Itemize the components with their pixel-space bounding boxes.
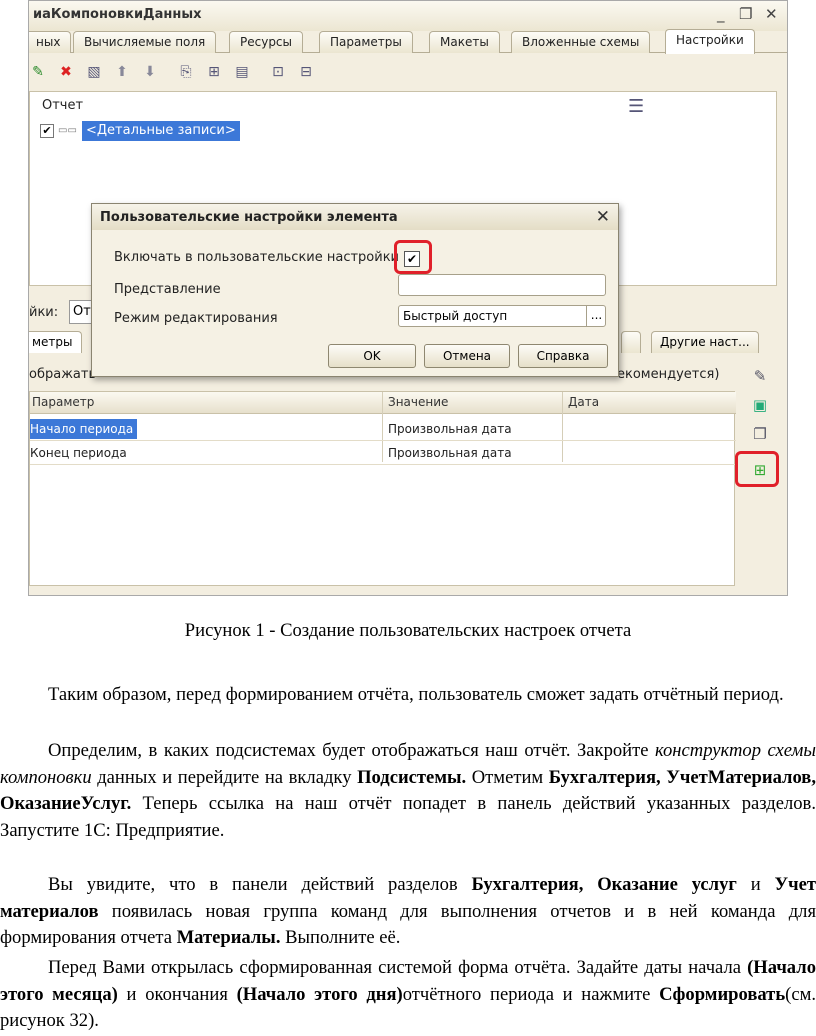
paragraph-4: Перед Вами открылась сформированная сист… [0,957,816,1032]
tab-other-settings[interactable]: Другие наст... [651,331,759,353]
tab-params-lower[interactable]: метры [29,331,82,353]
row1-param[interactable]: Начало периода [30,419,138,439]
recommend-label: екомендуется) [617,367,720,382]
element-user-settings-dialog: Пользовательские настройки элемента ✕ Вк… [91,203,619,377]
detail-records-icon: ▭▭ [58,125,77,136]
tab-resources[interactable]: Ресурсы [229,31,304,53]
properties-icon[interactable]: ▧ [85,63,103,81]
paragraph-3: Вы увидите, что в панели действий раздел… [0,874,816,949]
tab-hidden-lower[interactable] [621,331,641,353]
mode-select-button[interactable]: ... [586,305,606,327]
row1-value[interactable]: Произвольная дата [388,419,512,439]
presentation-input[interactable] [398,274,606,296]
group-add-icon[interactable]: ⊞ [205,63,223,81]
display-label: ображать [29,367,97,382]
help-button[interactable]: Справка [518,344,608,368]
dialog-close-icon[interactable]: ✕ [596,207,610,227]
move-down-icon[interactable]: ⬇ [141,63,159,81]
tab-parameters[interactable]: Параметры [319,31,413,53]
tree-checkbox[interactable]: ✔ [40,124,54,138]
paragraph-1: Таким образом, перед формированием отчёт… [48,684,784,705]
col-value[interactable]: Значение [388,395,448,409]
settings-label: йки: [29,305,59,320]
copy-icon[interactable]: ❐ [749,423,771,445]
highlight-box-side [735,451,779,487]
tab-layouts[interactable]: Макеты [429,31,500,53]
restore-button[interactable]: ❐ [739,5,752,23]
tree-root[interactable]: Отчет [42,98,83,113]
window-title: иаКомпоновкиДанных [33,7,202,22]
table-icon[interactable]: ▤ [233,63,251,81]
grid-header: Параметр Значение Дата [30,392,736,414]
mode-label: Режим редактирования [114,311,278,326]
window-titlebar: иаКомпоновкиДанных _ ❐ ✕ [29,1,787,31]
group-icon[interactable]: ⎘ [177,63,195,81]
settings-toolbar: ✎ ✖ ▧ ⬆ ⬇ ⎘ ⊞ ▤ ⊡ ⊟ [29,59,787,87]
ok-button[interactable]: OK [328,344,416,368]
mode-select[interactable]: Быстрый доступ [398,305,606,327]
tab-fields[interactable]: ных [29,31,72,53]
minimize-button[interactable]: _ [717,5,725,23]
delete-icon[interactable]: ✖ [57,63,75,81]
tab-calculated-fields[interactable]: Вычисляемые поля [73,31,217,53]
close-button[interactable]: ✕ [765,5,778,23]
presentation-label: Представление [114,282,221,297]
move-up-icon[interactable]: ⬆ [113,63,131,81]
tab-nested-schemas[interactable]: Вложенные схемы [511,31,651,53]
tab-settings[interactable]: Настройки [665,29,755,54]
screenshot-figure: иаКомпоновкиДанных _ ❐ ✕ ных Вычисляемые… [28,0,788,596]
tab-bar: ных Вычисляемые поля Ресурсы Параметры М… [29,29,787,54]
include-label: Включать в пользовательские настройки [114,250,400,265]
list-settings-icon[interactable]: ☰ [628,96,644,117]
col-param[interactable]: Параметр [32,395,94,409]
check-settings-icon[interactable]: ▣ [749,394,771,416]
dialog-titlebar: Пользовательские настройки элемента ✕ [92,204,618,230]
dialog-title: Пользовательские настройки элемента [100,210,398,225]
cancel-button[interactable]: Отмена [424,344,510,368]
figure-caption: Рисунок 1 - Создание пользовательских на… [184,620,632,641]
user-settings-icon[interactable]: ⊡ [269,63,287,81]
pencil-icon[interactable]: ✎ [749,365,771,387]
row2-value[interactable]: Произвольная дата [388,443,512,463]
tree-item-detail-records[interactable]: <Детальные записи> [82,121,240,141]
col-date[interactable]: Дата [568,395,599,409]
paragraph-2: Определим, в каких подсистемах будет ото… [0,740,816,841]
user-settings-off-icon[interactable]: ⊟ [297,63,315,81]
parameters-grid: Параметр Значение Дата Начало периода Пр… [29,391,736,586]
edit-icon[interactable]: ✎ [29,63,47,81]
row2-param[interactable]: Конец периода [30,443,127,463]
highlight-box-dialog [394,240,432,274]
